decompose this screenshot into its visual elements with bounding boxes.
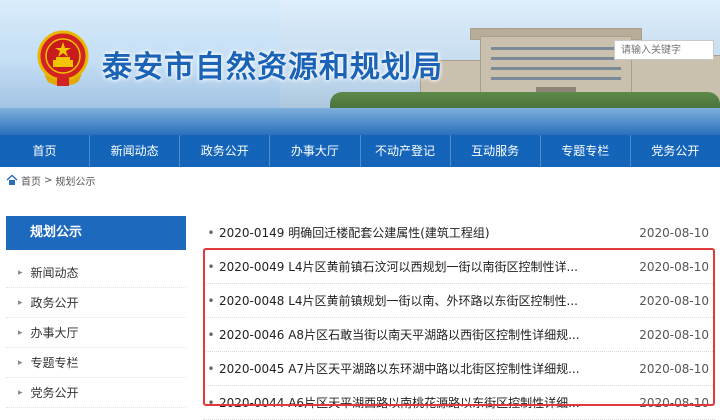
nav-item-party-affairs[interactable]: 党务公开 [631,135,720,167]
list-item[interactable]: • 2020-0149 明确回迁楼配套公建属性(建筑工程组) 2020-08-1… [203,216,715,250]
nav-item-home[interactable]: 首页 [0,135,91,167]
bullet-icon: • [207,361,215,376]
sidebar-item-label: 新闻动态 [30,266,79,280]
list-item[interactable]: • 2020-0049 L4片区黄前镇石汶河以西规划一街以南街区控制性详... … [203,250,715,284]
arrow-right-icon: ▸ [18,387,23,398]
nav-item-interactive-service[interactable]: 互动服务 [451,135,541,167]
list-item[interactable]: • 2020-0046 A8片区石敢当街以南天平湖路以西街区控制性详细规... … [203,318,715,352]
nav-item-property-registration[interactable]: 不动产登记 [361,135,451,167]
list-item-date: 2020-08-10 [639,395,709,410]
breadcrumb: 首页 > 规划公示 [6,171,95,189]
breadcrumb-current: 规划公示 [55,176,96,188]
nav-item-government-affairs[interactable]: 政务公开 [180,135,271,167]
header-banner: 泰安市自然资源和规划局 [0,0,720,135]
bullet-icon: • [207,395,215,410]
nav-item-special-topics[interactable]: 专题专栏 [541,135,631,167]
sidebar-item-news[interactable]: ▸ 新闻动态 [6,258,186,288]
search-input[interactable] [614,40,714,60]
site-title: 泰安市自然资源和规划局 [102,50,443,85]
sidebar-item-label: 专题专栏 [30,356,79,370]
sidebar-item-government-affairs[interactable]: ▸ 政务公开 [6,288,186,318]
sidebar-menu: ▸ 新闻动态 ▸ 政务公开 ▸ 办事大厅 ▸ 专题专栏 ▸ 党务公开 [6,258,186,408]
banner-blue-band [0,108,720,135]
list-item-title[interactable]: 2020-0049 L4片区黄前镇石汶河以西规划一街以南街区控制性详... [219,258,639,275]
bullet-icon: • [207,293,215,308]
bullet-icon: • [207,225,215,240]
list-item-date: 2020-08-10 [639,293,709,308]
nav-item-news[interactable]: 新闻动态 [90,135,181,167]
list-item-date: 2020-08-10 [639,259,709,274]
list-item-title[interactable]: 2020-0045 A7片区天平湖路以东环湖中路以北街区控制性详细规... [219,360,639,377]
bullet-icon: • [207,259,215,274]
list-item-title[interactable]: 2020-0046 A8片区石敢当街以南天平湖路以西街区控制性详细规... [219,326,639,343]
sidebar-item-service-hall[interactable]: ▸ 办事大厅 [6,318,186,348]
breadcrumb-separator: > [44,174,53,186]
nav-item-service-hall[interactable]: 办事大厅 [270,135,361,167]
arrow-right-icon: ▸ [18,297,23,308]
list-item[interactable]: • 2020-0045 A7片区天平湖路以东环湖中路以北街区控制性详细规... … [203,352,715,386]
notice-list: • 2020-0149 明确回迁楼配套公建属性(建筑工程组) 2020-08-1… [203,216,715,420]
main-nav: 首页 新闻动态 政务公开 办事大厅 不动产登记 互动服务 专题专栏 党务公开 [0,135,720,167]
arrow-right-icon: ▸ [18,327,23,338]
sidebar-item-special-topics[interactable]: ▸ 专题专栏 [6,348,186,378]
national-emblem-icon [37,30,89,86]
list-item-title[interactable]: 2020-0149 明确回迁楼配套公建属性(建筑工程组) [219,224,639,241]
bullet-icon: • [207,327,215,342]
breadcrumb-home-link[interactable]: 首页 [21,173,41,188]
sidebar-heading: 规划公示 [6,216,186,250]
list-item-date: 2020-08-10 [639,327,709,342]
sidebar-item-label: 办事大厅 [30,326,79,340]
sidebar-item-party-affairs[interactable]: ▸ 党务公开 [6,378,186,408]
arrow-right-icon: ▸ [18,357,23,368]
list-item-title[interactable]: 2020-0048 L4片区黄前镇规划一街以南、外环路以东街区控制性... [219,292,639,309]
list-item-title[interactable]: 2020-0044 A6片区天平湖西路以南桃花源路以东街区控制性详细... [219,394,639,411]
sidebar-item-label: 政务公开 [30,296,79,310]
list-item[interactable]: • 2020-0048 L4片区黄前镇规划一街以南、外环路以东街区控制性... … [203,284,715,318]
home-icon [6,174,18,185]
list-item[interactable]: • 2020-0044 A6片区天平湖西路以南桃花源路以东街区控制性详细... … [203,386,715,420]
arrow-right-icon: ▸ [18,267,23,278]
list-item-date: 2020-08-10 [639,361,709,376]
list-item-date: 2020-08-10 [639,225,709,240]
sidebar-item-label: 党务公开 [30,386,79,400]
